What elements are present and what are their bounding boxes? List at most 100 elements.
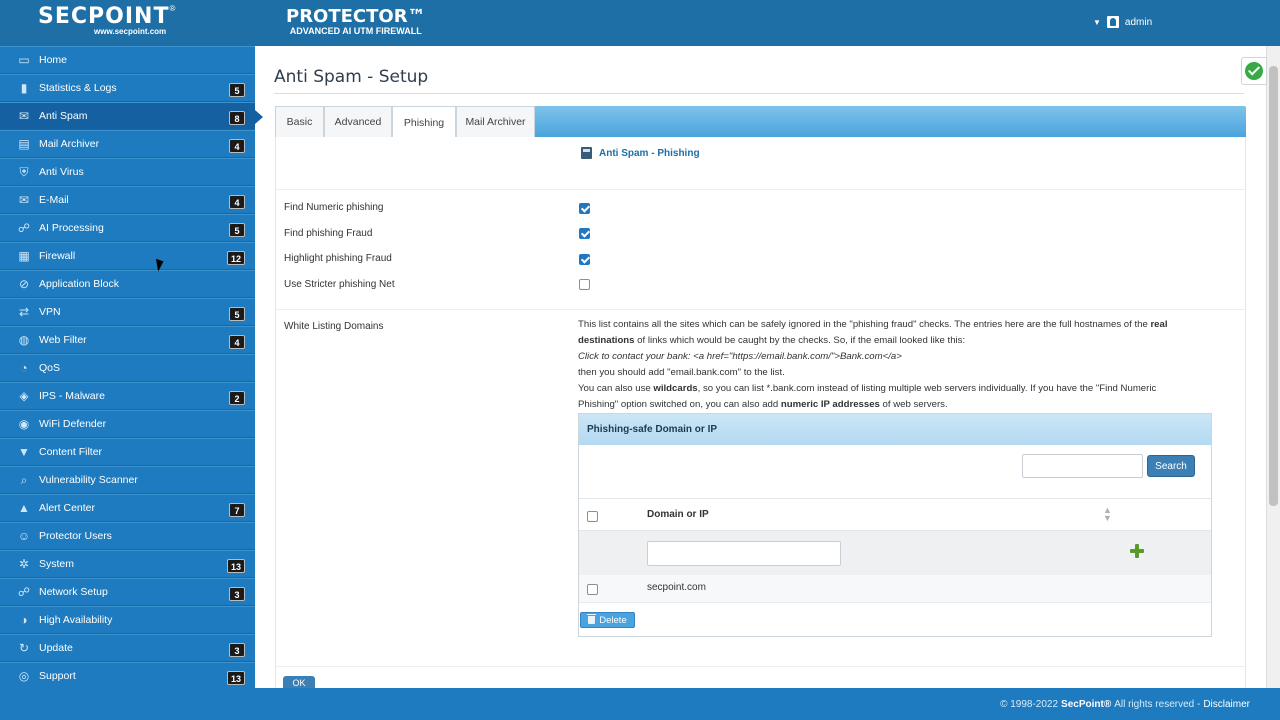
sidebar-item-statistics-logs[interactable]: ▮ Statistics & Logs 5	[0, 74, 255, 102]
sidebar-item-label: Statistics & Logs	[39, 82, 117, 94]
sidebar-item-content-filter[interactable]: ▼ Content Filter	[0, 438, 255, 466]
support-icon: ◎	[18, 669, 30, 683]
table-title: Phishing-safe Domain or IP	[579, 414, 1211, 445]
count-badge: 8	[229, 111, 245, 125]
sidebar-item-label: WiFi Defender	[39, 418, 107, 430]
monitor-icon: ▭	[18, 53, 30, 67]
refresh-icon: ↻	[18, 641, 30, 655]
sidebar-item-vpn[interactable]: ⇄ VPN 5	[0, 298, 255, 326]
product-title: PROTECTOR™	[286, 6, 426, 27]
sidebar-item-label: Anti Virus	[39, 166, 84, 178]
checkbox-phishing-fraud[interactable]	[579, 228, 590, 239]
status-indicator[interactable]	[1241, 57, 1267, 85]
chevron-down-icon: ▼	[1093, 17, 1101, 27]
desc-text: then you should add "email.bank.com" to …	[578, 367, 785, 378]
sort-icon[interactable]: ▲ ▼	[1103, 506, 1112, 523]
sidebar-item-label: High Availability	[39, 614, 113, 626]
block-icon: ⊘	[18, 277, 30, 291]
search-button[interactable]: Search	[1147, 455, 1195, 477]
sidebar-item-label: Protector Users	[39, 530, 112, 542]
select-all-checkbox[interactable]	[587, 511, 598, 522]
desc-bold: wildcards	[653, 383, 698, 394]
whitelist-label: White Listing Domains	[284, 321, 384, 332]
users-icon: ☺	[17, 529, 31, 543]
count-badge: 5	[229, 223, 245, 237]
sidebar-item-home[interactable]: ▭ Home	[0, 46, 255, 74]
brand-reg-mark: ®	[169, 4, 176, 13]
sidebar-item-label: Network Setup	[39, 586, 108, 598]
sidebar-item-protector-users[interactable]: ☺ Protector Users	[0, 522, 255, 550]
check-circle-icon	[1245, 62, 1263, 80]
sidebar-item-label: Home	[39, 54, 68, 66]
sidebar-item-system[interactable]: ✲ System 13	[0, 550, 255, 578]
sidebar-item-label: IPS - Malware	[39, 390, 105, 402]
desc-text: , so you can list *.bank.com instead of …	[697, 383, 1157, 394]
footer-copyright: © 1998-2022	[1000, 698, 1059, 710]
checkbox-stricter-net[interactable]	[579, 279, 590, 290]
sidebar-item-ips-malware[interactable]: ◈ IPS - Malware 2	[0, 382, 255, 410]
sidebar: ▭ Home ▮ Statistics & Logs 5 ✉ Anti Spam 8 ▤ Mail…	[0, 46, 263, 690]
search-input[interactable]	[1022, 454, 1143, 478]
sidebar-item-anti-virus[interactable]: ⛨ Anti Virus	[0, 158, 255, 186]
sidebar-item-firewall[interactable]: ▦ Firewall 12	[0, 242, 255, 270]
desc-text: Phishing" option switched on, you can al…	[578, 399, 781, 410]
tab-advanced[interactable]: Advanced	[324, 106, 392, 137]
sidebar-item-high-availability[interactable]: ◑ High Availability	[0, 606, 255, 634]
checkbox-highlight-fraud[interactable]	[579, 254, 590, 265]
delete-button[interactable]: Delete	[580, 612, 635, 628]
filter-icon: ▼	[18, 445, 30, 459]
count-badge: 4	[229, 139, 245, 153]
sidebar-item-wifi-defender[interactable]: ◉ WiFi Defender	[0, 410, 255, 438]
count-badge: 5	[229, 307, 245, 321]
whitelist-table: Phishing-safe Domain or IP Search Domain…	[578, 413, 1212, 637]
count-badge: 3	[229, 643, 245, 657]
brand-url: www.secpoint.com	[94, 27, 167, 36]
sidebar-item-label: Anti Spam	[39, 110, 88, 122]
desc-bold: numeric IP addresses	[780, 399, 880, 410]
desc-text: of web servers.	[879, 399, 948, 410]
sidebar-item-vulnerability-scanner[interactable]: ⌕ Vulnerability Scanner	[0, 466, 255, 494]
new-domain-input[interactable]	[647, 541, 841, 566]
secpoint-logo[interactable]: SECPOINT® www.secpoint.com	[38, 4, 175, 36]
sidebar-item-e-mail[interactable]: ✉ E-Mail 4	[0, 186, 255, 214]
count-badge: 12	[226, 251, 245, 265]
sidebar-item-alert-center[interactable]: ▲ Alert Center 7	[0, 494, 255, 522]
count-badge: 3	[229, 587, 245, 601]
sidebar-item-label: Alert Center	[39, 502, 96, 514]
network-setup-icon: ☍	[17, 585, 31, 599]
sidebar-item-web-filter[interactable]: ◍ Web Filter 4	[0, 326, 255, 354]
delete-label: Delete	[599, 614, 627, 626]
add-icon[interactable]	[1130, 544, 1144, 558]
option-label-fraud: Find phishing Fraud	[284, 228, 373, 239]
user-menu[interactable]: ▼ admin	[1093, 16, 1152, 28]
desc-text: You can also use	[578, 383, 654, 394]
sidebar-item-qos[interactable]: ◔ QoS	[0, 354, 255, 382]
sidebar-item-ai-processing[interactable]: ☍ AI Processing 5	[0, 214, 255, 242]
tab-mail-archiver[interactable]: Mail Archiver	[456, 106, 535, 137]
sidebar-item-network-setup[interactable]: ☍ Network Setup 3	[0, 578, 255, 606]
tab-basic[interactable]: Basic	[275, 106, 324, 137]
sidebar-item-anti-spam[interactable]: ✉ Anti Spam 8	[0, 102, 263, 130]
count-badge: 2	[229, 391, 245, 405]
mail-filter-icon: ✉	[18, 109, 30, 123]
scroll-thumb[interactable]	[1269, 66, 1278, 506]
disclaimer-link[interactable]: Disclaimer	[1203, 699, 1250, 710]
sidebar-item-update[interactable]: ↻ Update 3	[0, 634, 255, 662]
desc-text: of links which would be caught by the ch…	[634, 335, 966, 346]
option-label-numeric: Find Numeric phishing	[284, 202, 384, 213]
desc-bold: real	[1150, 319, 1168, 330]
sidebar-item-support[interactable]: ◎ Support 13	[0, 662, 255, 690]
sidebar-item-label: Firewall	[39, 250, 76, 262]
tab-phishing[interactable]: Phishing	[392, 106, 456, 138]
checkbox-numeric-phishing[interactable]	[579, 203, 590, 214]
page-scrollbar[interactable]	[1266, 46, 1280, 688]
user-icon	[1106, 16, 1119, 28]
sidebar-item-application-block[interactable]: ⊘ Application Block	[0, 270, 255, 298]
sidebar-item-mail-archiver[interactable]: ▤ Mail Archiver 4	[0, 130, 255, 158]
column-header-domain[interactable]: Domain or IP	[647, 509, 709, 520]
divider	[276, 189, 1245, 190]
row-checkbox[interactable]	[587, 584, 598, 595]
count-badge: 13	[226, 671, 245, 685]
gear-icon: ✲	[18, 557, 30, 571]
ips-icon: ◈	[19, 389, 29, 403]
